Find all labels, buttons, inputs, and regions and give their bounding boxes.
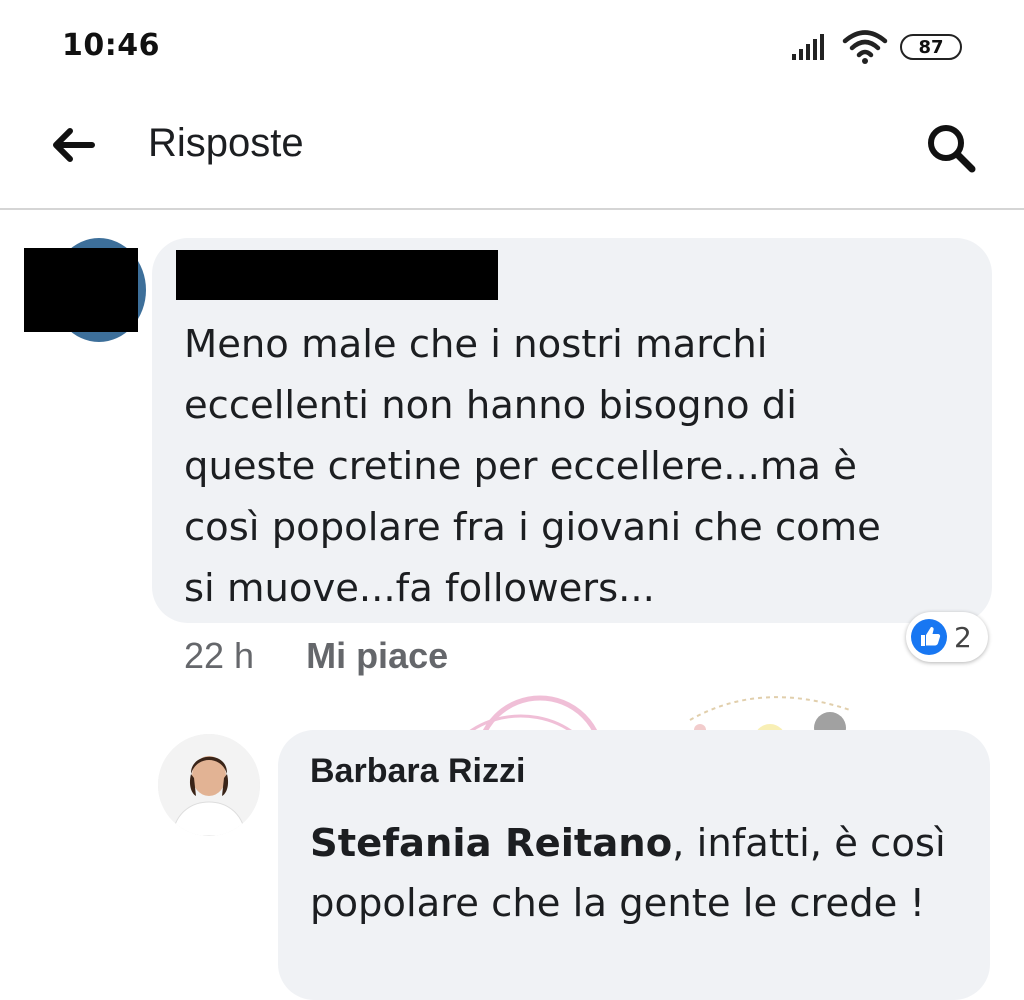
reply-text: Stefania Reitano, infatti, è così popola… [310, 814, 970, 934]
avatar-redaction [24, 248, 138, 332]
mention-link[interactable]: Stefania Reitano [310, 821, 672, 866]
comment-actions: 22 h Mi piace [184, 634, 448, 678]
reaction-badge[interactable]: 2 [906, 612, 988, 662]
like-button[interactable]: Mi piace [306, 635, 448, 677]
commenter-name-redaction [176, 250, 498, 300]
page-title: Risposte [148, 121, 304, 165]
commenter-avatar[interactable] [24, 238, 146, 342]
reply-bubble: Barbara Rizzi Stefania Reitano, infatti,… [278, 730, 990, 1000]
signal-icon [792, 34, 824, 60]
reply-author-avatar[interactable] [158, 734, 260, 836]
status-bar: 10:46 87 [0, 0, 1024, 95]
reaction-count: 2 [954, 620, 972, 654]
profile-photo [158, 734, 260, 836]
comment-text: Meno male che i nostri marchi eccellenti… [184, 322, 881, 611]
wifi-icon [842, 30, 888, 64]
thumbs-up-icon [911, 619, 947, 655]
arrow-left-icon[interactable] [48, 125, 98, 165]
search-icon[interactable] [922, 119, 980, 177]
app-header: Risposte [0, 95, 1024, 210]
battery-level: 87 [918, 36, 944, 58]
comment-timestamp: 22 h [184, 635, 255, 676]
reply-author-name[interactable]: Barbara Rizzi [310, 752, 525, 791]
comment-bubble: Meno male che i nostri marchi eccellenti… [152, 238, 992, 623]
status-time: 10:46 [62, 28, 160, 63]
battery-icon: 87 [900, 34, 962, 60]
